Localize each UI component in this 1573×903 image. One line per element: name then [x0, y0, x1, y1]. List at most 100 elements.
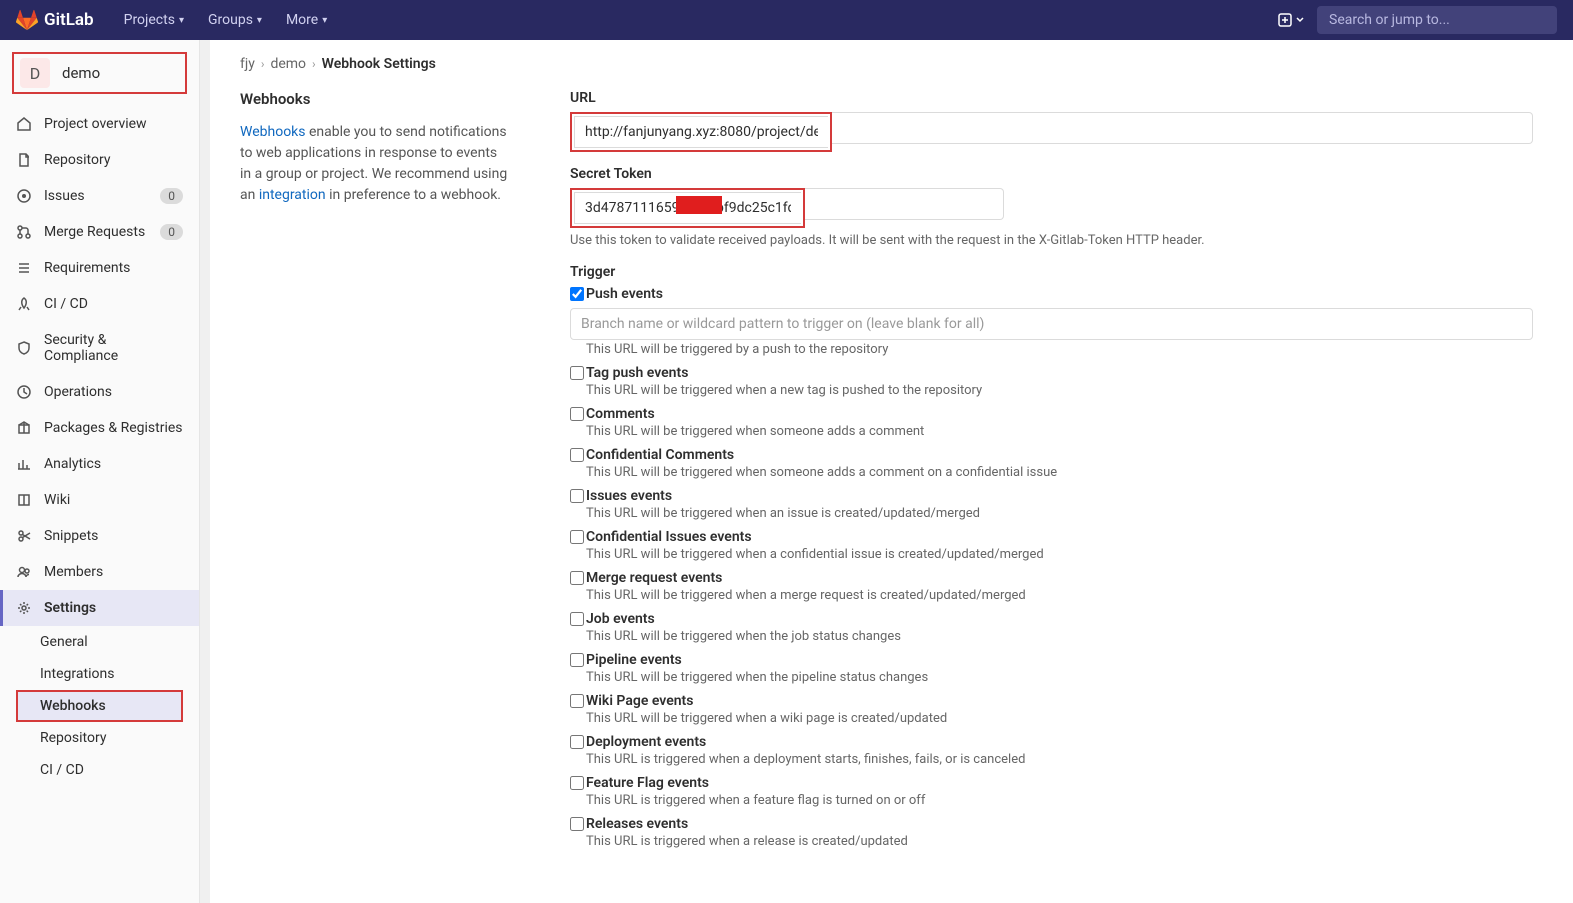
- integration-link[interactable]: integration: [259, 187, 326, 203]
- breadcrumb-project[interactable]: demo: [270, 56, 306, 72]
- file-icon: [16, 152, 32, 168]
- sidebar-item-packages-registries[interactable]: Packages & Registries: [0, 410, 199, 446]
- sidebar-item-snippets[interactable]: Snippets: [0, 518, 199, 554]
- members-icon: [16, 564, 32, 580]
- scrollbar[interactable]: [200, 40, 210, 903]
- sidebar-item-members[interactable]: Members: [0, 554, 199, 590]
- sidebar-sub-repository[interactable]: Repository: [0, 722, 199, 754]
- trigger-checkbox[interactable]: [570, 653, 584, 667]
- section-description: Webhooks enable you to send notification…: [240, 122, 510, 206]
- sidebar-item-label: Issues: [44, 188, 85, 204]
- trigger-description: This URL is triggered when a release is …: [586, 834, 1533, 849]
- project-name: demo: [62, 64, 100, 82]
- chevron-right-icon: ›: [312, 57, 316, 71]
- trigger-checkbox[interactable]: [570, 612, 584, 626]
- gitlab-logo[interactable]: GitLab: [16, 9, 94, 31]
- trigger-checkbox[interactable]: [570, 448, 584, 462]
- sidebar-item-label: Snippets: [44, 528, 98, 544]
- sidebar-item-ci-cd[interactable]: CI / CD: [0, 286, 199, 322]
- branch-pattern-input[interactable]: [570, 308, 1533, 340]
- sidebar-item-label: Members: [44, 564, 103, 580]
- sidebar-item-project-overview[interactable]: Project overview: [0, 106, 199, 142]
- secret-label: Secret Token: [570, 166, 1533, 182]
- trigger-label[interactable]: Wiki Page events: [570, 693, 1533, 709]
- trigger-checkbox[interactable]: [570, 407, 584, 421]
- main-nav: Projects▾Groups▾More▾: [114, 6, 338, 34]
- breadcrumb-root[interactable]: fjy: [240, 56, 255, 72]
- sidebar-item-settings[interactable]: Settings: [0, 590, 199, 626]
- plus-button[interactable]: [1277, 12, 1305, 28]
- webhooks-link[interactable]: Webhooks: [240, 124, 306, 140]
- url-label: URL: [570, 90, 1533, 106]
- trigger-tag-push-events: Tag push eventsThis URL will be triggere…: [570, 365, 1533, 398]
- brand-text: GitLab: [44, 10, 94, 30]
- trigger-checkbox[interactable]: [570, 776, 584, 790]
- trigger-label[interactable]: Merge request events: [570, 570, 1533, 586]
- chevron-down-icon: ▾: [179, 15, 184, 26]
- trigger-checkbox[interactable]: [570, 817, 584, 831]
- trigger-feature-flag-events: Feature Flag eventsThis URL is triggered…: [570, 775, 1533, 808]
- trigger-label: Trigger: [570, 264, 1533, 280]
- trigger-confidential-issues-events: Confidential Issues events This URL will …: [570, 529, 1533, 562]
- sidebar-item-analytics[interactable]: Analytics: [0, 446, 199, 482]
- sidebar-sub-general[interactable]: General: [0, 626, 199, 658]
- url-input-ext[interactable]: [832, 112, 1533, 144]
- trigger-label[interactable]: Job events: [570, 611, 1533, 627]
- sidebar-item-security-compliance[interactable]: Security & Compliance: [0, 322, 199, 374]
- list-icon: [16, 260, 32, 276]
- secret-help: Use this token to validate received payl…: [570, 232, 1533, 250]
- secret-highlight: [570, 188, 805, 228]
- trigger-label[interactable]: Issues events: [570, 488, 1533, 504]
- chevron-down-icon: ▾: [257, 15, 262, 26]
- sidebar-item-merge-requests[interactable]: Merge Requests0: [0, 214, 199, 250]
- trigger-label[interactable]: Confidential Issues events: [570, 529, 1533, 545]
- trigger-label[interactable]: Releases events: [570, 816, 1533, 832]
- trigger-label[interactable]: Comments: [570, 406, 1533, 422]
- secret-input-ext[interactable]: [805, 188, 1004, 220]
- sidebar-sub-webhooks[interactable]: Webhooks: [16, 690, 183, 722]
- topbar: GitLab Projects▾Groups▾More▾: [0, 0, 1573, 40]
- sidebar-sub-integrations[interactable]: Integrations: [0, 658, 199, 690]
- trigger-merge-request-events: Merge request eventsThis URL will be tri…: [570, 570, 1533, 603]
- trigger-label[interactable]: Push events: [570, 286, 1533, 302]
- home-icon: [16, 116, 32, 132]
- sidebar-item-operations[interactable]: Operations: [0, 374, 199, 410]
- trigger-checkbox[interactable]: [570, 735, 584, 749]
- trigger-description: This URL is triggered when a deployment …: [586, 752, 1533, 767]
- operations-icon: [16, 384, 32, 400]
- project-header[interactable]: D demo: [12, 52, 187, 94]
- nav-groups[interactable]: Groups▾: [198, 6, 272, 34]
- trigger-confidential-comments: Confidential CommentsThis URL will be tr…: [570, 447, 1533, 480]
- trigger-checkbox[interactable]: [570, 694, 584, 708]
- redaction-block: [676, 196, 722, 214]
- trigger-checkbox[interactable]: [570, 366, 584, 380]
- trigger-label[interactable]: Tag push events: [570, 365, 1533, 381]
- url-input[interactable]: [574, 116, 828, 148]
- chart-icon: [16, 456, 32, 472]
- nav-more[interactable]: More▾: [276, 6, 337, 34]
- trigger-label[interactable]: Pipeline events: [570, 652, 1533, 668]
- url-highlight: [570, 112, 832, 152]
- sidebar-sub-ci-cd[interactable]: CI / CD: [0, 754, 199, 786]
- sidebar-item-issues[interactable]: Issues0: [0, 178, 199, 214]
- section-title: Webhooks: [240, 90, 510, 108]
- trigger-label[interactable]: Feature Flag events: [570, 775, 1533, 791]
- gitlab-icon: [16, 9, 38, 31]
- sidebar-item-requirements[interactable]: Requirements: [0, 250, 199, 286]
- chevron-down-icon: [1295, 15, 1305, 25]
- sidebar-item-wiki[interactable]: Wiki: [0, 482, 199, 518]
- trigger-checkbox[interactable]: [570, 530, 584, 544]
- trigger-label[interactable]: Confidential Comments: [570, 447, 1533, 463]
- trigger-label[interactable]: Deployment events: [570, 734, 1533, 750]
- trigger-description: This URL will be triggered when someone …: [586, 424, 1533, 439]
- trigger-checkbox[interactable]: [570, 287, 584, 301]
- sidebar-item-repository[interactable]: Repository: [0, 142, 199, 178]
- search-input[interactable]: [1317, 6, 1557, 34]
- trigger-checkbox[interactable]: [570, 489, 584, 503]
- sidebar-item-label: Wiki: [44, 492, 70, 508]
- rocket-icon: [16, 296, 32, 312]
- nav-projects[interactable]: Projects▾: [114, 6, 194, 34]
- trigger-checkbox[interactable]: [570, 571, 584, 585]
- trigger-description: This URL will be triggered when a confid…: [586, 547, 1533, 562]
- gear-icon: [16, 600, 32, 616]
